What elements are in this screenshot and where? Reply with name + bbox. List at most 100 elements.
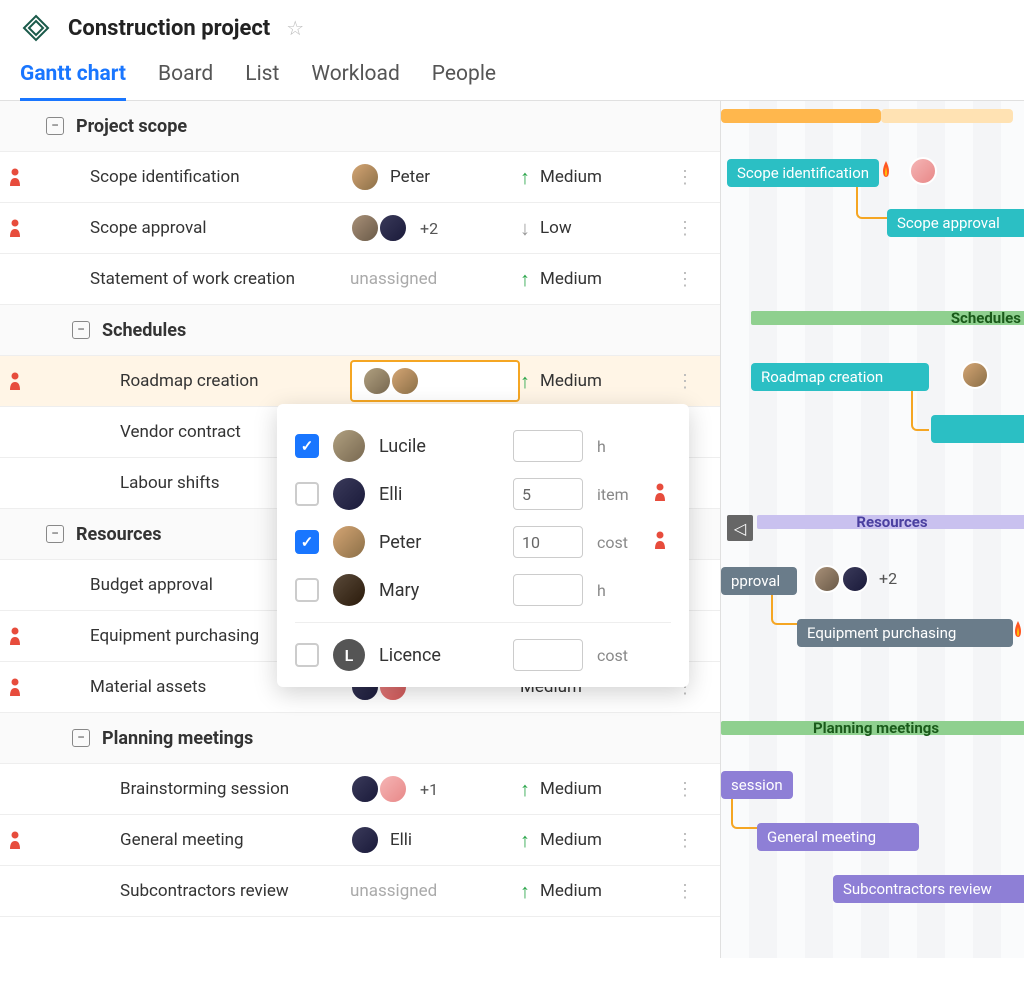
dropdown-person-row[interactable]: Mary h	[295, 566, 671, 614]
app-logo-icon	[20, 12, 52, 44]
person-indicator-icon	[8, 372, 22, 390]
dropdown-separator	[295, 622, 671, 623]
assignee-cell[interactable]: +2	[350, 213, 520, 243]
unit-label: h	[597, 437, 639, 456]
person-name: Elli	[379, 484, 499, 505]
checkbox[interactable]	[295, 530, 319, 554]
task-row[interactable]: Scope identification Peter ↑ Medium ⋮	[0, 152, 720, 203]
more-actions-icon[interactable]: ⋮	[670, 269, 700, 290]
person-indicator-icon	[8, 678, 22, 696]
task-name: Brainstorming session	[120, 779, 289, 799]
more-actions-icon[interactable]: ⋮	[670, 371, 700, 392]
group-name: Schedules	[102, 320, 186, 341]
assignee-cell-active[interactable]	[350, 360, 520, 402]
gantt-summary-bar[interactable]: Resources	[757, 515, 1024, 529]
assignee-cell[interactable]: +1	[350, 774, 520, 804]
priority-cell[interactable]: ↑ Medium	[520, 777, 670, 802]
group-row-planning-meetings[interactable]: − Planning meetings	[0, 713, 720, 764]
gantt-task-bar[interactable]: Subcontractors review	[833, 875, 1024, 903]
dependency-link	[731, 799, 757, 829]
priority-up-icon: ↑	[520, 369, 530, 394]
dropdown-person-row[interactable]: Peter cost	[295, 518, 671, 566]
task-row[interactable]: Statement of work creation unassigned ↑ …	[0, 254, 720, 305]
person-name: Peter	[379, 532, 499, 553]
priority-cell[interactable]: ↑ Medium	[520, 879, 670, 904]
gantt-collapse-handle-icon[interactable]: ◁	[727, 515, 753, 541]
checkbox[interactable]	[295, 434, 319, 458]
task-row[interactable]: Scope approval +2 ↓ Low ⋮	[0, 203, 720, 254]
priority-up-icon: ↑	[520, 879, 530, 904]
priority-cell[interactable]: ↑ Medium	[520, 165, 670, 190]
gantt-task-bar[interactable]: General meeting	[757, 823, 919, 851]
collapse-toggle-icon[interactable]: −	[72, 321, 90, 339]
task-name: Subcontractors review	[120, 881, 289, 901]
checkbox[interactable]	[295, 578, 319, 602]
gantt-summary-bar[interactable]: Planning meetings	[721, 721, 1024, 735]
tab-workload[interactable]: Workload	[311, 62, 399, 100]
gantt-summary-bar[interactable]: Schedules	[751, 311, 1024, 325]
gantt-summary-bar[interactable]	[881, 109, 1013, 123]
tab-gantt-chart[interactable]: Gantt chart	[20, 62, 126, 100]
checkbox[interactable]	[295, 643, 319, 667]
priority-cell[interactable]: ↑ Medium	[520, 828, 670, 853]
priority-up-icon: ↑	[520, 165, 530, 190]
hours-input[interactable]	[513, 574, 583, 606]
tab-people[interactable]: People	[432, 62, 496, 100]
collapse-toggle-icon[interactable]: −	[72, 729, 90, 747]
priority-cell[interactable]: ↑ Medium	[520, 267, 670, 292]
item-input[interactable]	[513, 478, 583, 510]
cost-input[interactable]	[513, 526, 583, 558]
favorite-star-icon[interactable]: ☆	[286, 16, 304, 40]
task-row[interactable]: Subcontractors review unassigned ↑ Mediu…	[0, 866, 720, 917]
overdue-flame-icon	[1007, 619, 1024, 641]
gantt-task-bar[interactable]: pproval	[721, 567, 797, 595]
task-row[interactable]: Roadmap creation ↑ Medium ⋮	[0, 356, 720, 407]
view-tabs: Gantt chart Board List Workload People	[0, 44, 1024, 101]
avatar	[333, 574, 365, 606]
tab-board[interactable]: Board	[158, 62, 213, 100]
priority-up-icon: ↑	[520, 777, 530, 802]
hours-input[interactable]	[513, 430, 583, 462]
more-actions-icon[interactable]: ⋮	[670, 830, 700, 851]
more-actions-icon[interactable]: ⋮	[670, 218, 700, 239]
cost-input[interactable]	[513, 639, 583, 671]
gantt-task-bar[interactable]: Scope approval	[887, 209, 1024, 237]
group-row-schedules[interactable]: − Schedules	[0, 305, 720, 356]
gantt-summary-bar[interactable]	[721, 109, 881, 123]
assignee-cell[interactable]: Peter	[350, 162, 520, 192]
collapse-toggle-icon[interactable]: −	[46, 525, 64, 543]
group-row-project-scope[interactable]: − Project scope	[0, 101, 720, 152]
assignee-cell[interactable]: unassigned	[350, 269, 520, 289]
more-actions-icon[interactable]: ⋮	[670, 881, 700, 902]
more-actions-icon[interactable]: ⋮	[670, 779, 700, 800]
task-name: Material assets	[90, 677, 206, 697]
dropdown-resource-row[interactable]: L Licence cost	[295, 631, 671, 679]
dropdown-person-row[interactable]: Elli item	[295, 470, 671, 518]
gantt-chart-panel[interactable]: Scope identification Scope approval Sche…	[721, 101, 1024, 958]
person-indicator-icon	[8, 831, 22, 849]
priority-up-icon: ↑	[520, 828, 530, 853]
assignee-cell[interactable]: Elli	[350, 825, 520, 855]
avatar	[378, 213, 408, 243]
task-row[interactable]: Brainstorming session +1 ↑ Medium ⋮	[0, 764, 720, 815]
tab-list[interactable]: List	[245, 62, 279, 100]
gantt-task-bar[interactable]: Equipment purchasing	[797, 619, 1013, 647]
dependency-link	[771, 595, 797, 625]
gantt-task-bar[interactable]: session	[721, 771, 793, 799]
collapse-toggle-icon[interactable]: −	[46, 117, 64, 135]
assignee-overflow-count: +1	[420, 780, 438, 799]
priority-cell[interactable]: ↓ Low	[520, 216, 670, 241]
gantt-task-bar[interactable]: Scope identification	[727, 159, 879, 187]
priority-cell[interactable]: ↑ Medium	[520, 369, 670, 394]
assignee-cell[interactable]: unassigned	[350, 881, 520, 901]
avatar	[333, 430, 365, 462]
avatar	[350, 774, 380, 804]
gantt-task-bar[interactable]: Roadmap creation	[751, 363, 929, 391]
dropdown-person-row[interactable]: Lucile h	[295, 422, 671, 470]
checkbox[interactable]	[295, 482, 319, 506]
group-name: Project scope	[76, 116, 187, 137]
priority-up-icon: ↑	[520, 267, 530, 292]
more-actions-icon[interactable]: ⋮	[670, 167, 700, 188]
task-row[interactable]: General meeting Elli ↑ Medium ⋮	[0, 815, 720, 866]
gantt-task-bar[interactable]	[931, 415, 1024, 443]
